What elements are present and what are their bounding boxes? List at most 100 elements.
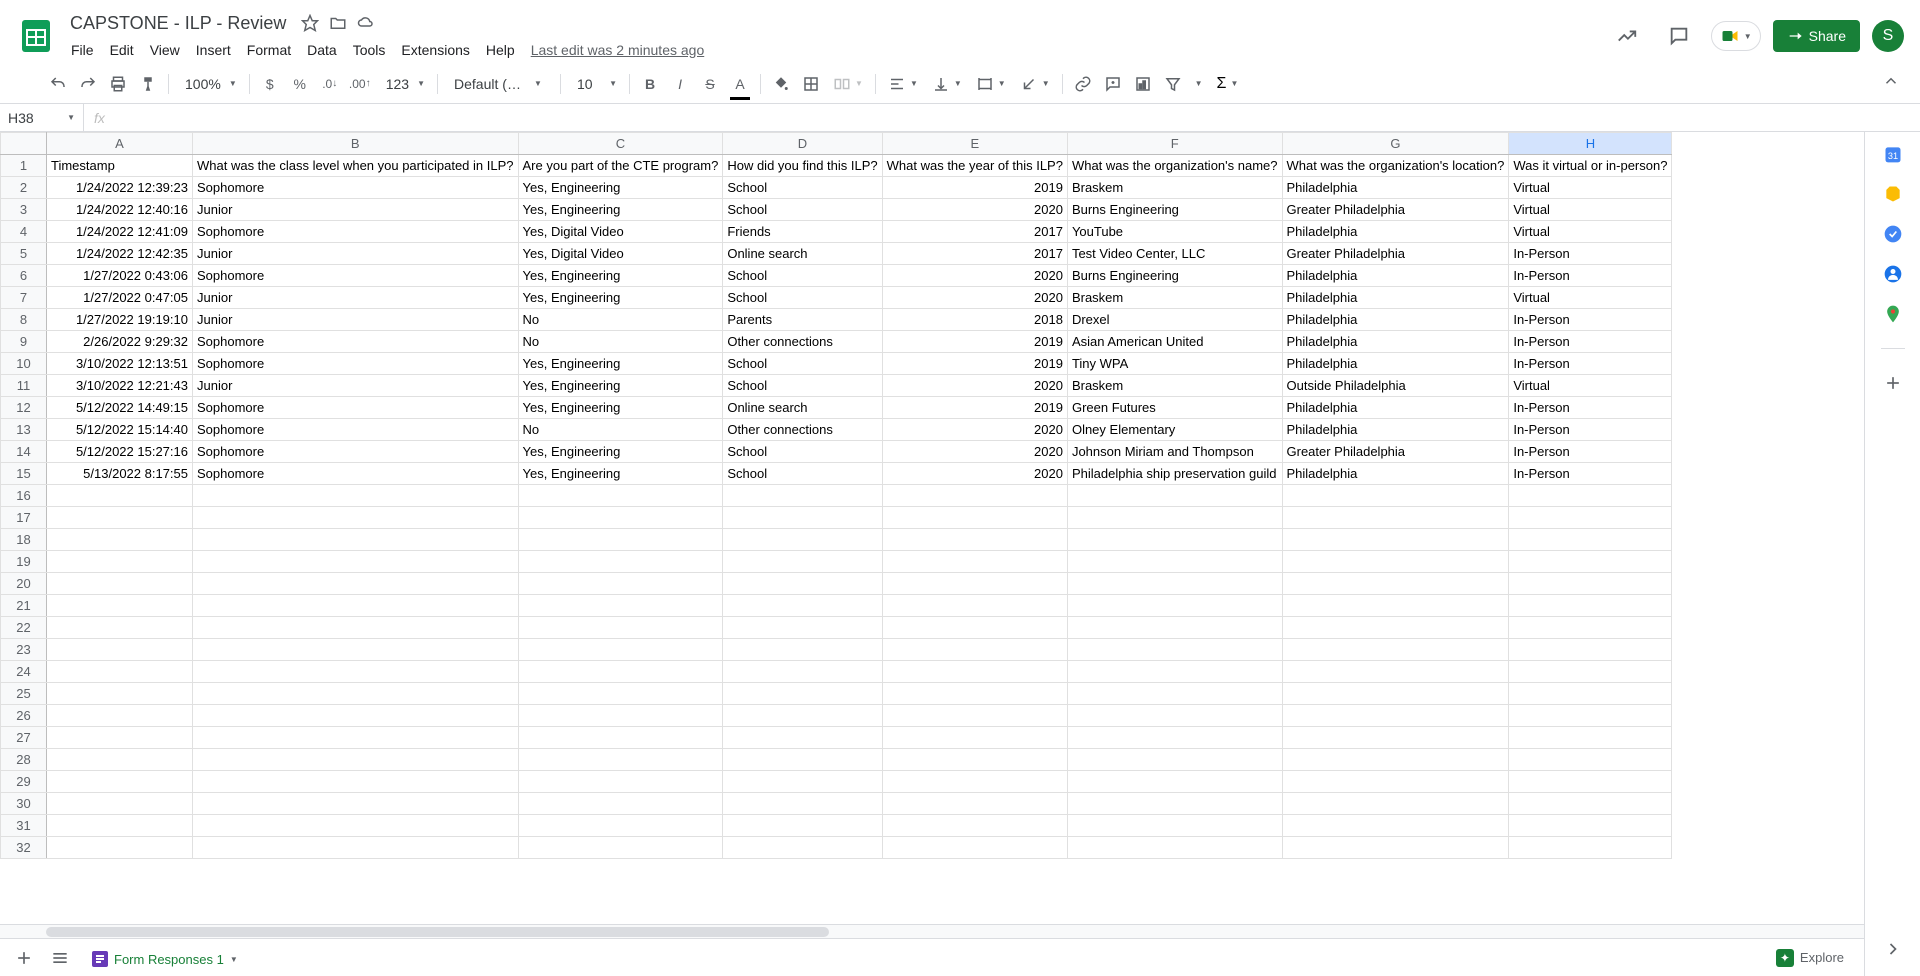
cell[interactable]: Philadelphia ship preservation guild: [1067, 463, 1282, 485]
cell[interactable]: Yes, Engineering: [518, 177, 723, 199]
cell[interactable]: [1282, 617, 1509, 639]
horizontal-align-button[interactable]: ▼: [882, 70, 924, 98]
move-icon[interactable]: [328, 13, 348, 33]
cell[interactable]: [1067, 661, 1282, 683]
cell[interactable]: [47, 639, 193, 661]
cell[interactable]: School: [723, 353, 882, 375]
cell[interactable]: [723, 661, 882, 683]
cell[interactable]: School: [723, 199, 882, 221]
cell[interactable]: [193, 793, 519, 815]
cell[interactable]: [193, 573, 519, 595]
cell[interactable]: Yes, Engineering: [518, 353, 723, 375]
cell[interactable]: [518, 551, 723, 573]
cell[interactable]: [47, 529, 193, 551]
cell[interactable]: Virtual: [1509, 199, 1672, 221]
column-header-A[interactable]: A: [47, 133, 193, 155]
cell[interactable]: 2020: [882, 419, 1067, 441]
cell[interactable]: No: [518, 309, 723, 331]
cell[interactable]: No: [518, 419, 723, 441]
cell[interactable]: [1067, 573, 1282, 595]
cell[interactable]: [723, 551, 882, 573]
insert-chart-button[interactable]: [1129, 70, 1157, 98]
cell[interactable]: Other connections: [723, 419, 882, 441]
column-header-E[interactable]: E: [882, 133, 1067, 155]
cell[interactable]: What was the organization's name?: [1067, 155, 1282, 177]
cell[interactable]: 5/12/2022 15:14:40: [47, 419, 193, 441]
sheet-tab-form-responses[interactable]: Form Responses 1 ▼: [80, 939, 250, 976]
cell[interactable]: [47, 661, 193, 683]
cell[interactable]: [47, 551, 193, 573]
cell[interactable]: Sophomore: [193, 177, 519, 199]
cell[interactable]: [518, 529, 723, 551]
cell[interactable]: Philadelphia: [1282, 265, 1509, 287]
row-header-16[interactable]: 16: [1, 485, 47, 507]
cell[interactable]: 2020: [882, 441, 1067, 463]
cell[interactable]: [47, 749, 193, 771]
italic-button[interactable]: I: [666, 70, 694, 98]
cell[interactable]: [1067, 529, 1282, 551]
decrease-decimal-button[interactable]: .0↓: [316, 70, 344, 98]
cell[interactable]: 2019: [882, 397, 1067, 419]
cell[interactable]: [882, 639, 1067, 661]
cell[interactable]: [882, 771, 1067, 793]
cell[interactable]: Was it virtual or in-person?: [1509, 155, 1672, 177]
row-header-25[interactable]: 25: [1, 683, 47, 705]
cell[interactable]: [723, 815, 882, 837]
cell[interactable]: [882, 837, 1067, 859]
cell[interactable]: Are you part of the CTE program?: [518, 155, 723, 177]
row-header-24[interactable]: 24: [1, 661, 47, 683]
cell[interactable]: [193, 617, 519, 639]
row-header-10[interactable]: 10: [1, 353, 47, 375]
cell[interactable]: 1/24/2022 12:39:23: [47, 177, 193, 199]
cell[interactable]: Drexel: [1067, 309, 1282, 331]
cell[interactable]: [1509, 771, 1672, 793]
get-addons-icon[interactable]: [1883, 373, 1903, 393]
cell[interactable]: In-Person: [1509, 353, 1672, 375]
formula-input[interactable]: [115, 110, 1920, 126]
cell[interactable]: [193, 683, 519, 705]
filter-views-button[interactable]: ▼: [1189, 70, 1209, 98]
cell[interactable]: In-Person: [1509, 309, 1672, 331]
spreadsheet-grid[interactable]: ABCDEFGH1TimestampWhat was the class lev…: [0, 132, 1672, 859]
cell[interactable]: [1509, 639, 1672, 661]
cell[interactable]: 5/13/2022 8:17:55: [47, 463, 193, 485]
cell[interactable]: [1509, 837, 1672, 859]
row-header-28[interactable]: 28: [1, 749, 47, 771]
cell[interactable]: [723, 573, 882, 595]
row-header-5[interactable]: 5: [1, 243, 47, 265]
cell[interactable]: [882, 793, 1067, 815]
cell[interactable]: [1067, 727, 1282, 749]
cell[interactable]: Burns Engineering: [1067, 265, 1282, 287]
cell[interactable]: Virtual: [1509, 375, 1672, 397]
cell[interactable]: Olney Elementary: [1067, 419, 1282, 441]
cell[interactable]: [193, 507, 519, 529]
cell[interactable]: Philadelphia: [1282, 331, 1509, 353]
cell[interactable]: [723, 705, 882, 727]
cell[interactable]: Sophomore: [193, 463, 519, 485]
row-header-18[interactable]: 18: [1, 529, 47, 551]
cell[interactable]: 2020: [882, 375, 1067, 397]
contacts-icon[interactable]: [1883, 264, 1903, 284]
cell[interactable]: [1282, 793, 1509, 815]
cell[interactable]: [518, 837, 723, 859]
cell[interactable]: Philadelphia: [1282, 419, 1509, 441]
row-header-23[interactable]: 23: [1, 639, 47, 661]
cell[interactable]: 3/10/2022 12:13:51: [47, 353, 193, 375]
cell[interactable]: [1282, 639, 1509, 661]
cell[interactable]: [47, 485, 193, 507]
cell[interactable]: Johnson Miriam and Thompson: [1067, 441, 1282, 463]
cell[interactable]: [193, 639, 519, 661]
cell[interactable]: School: [723, 375, 882, 397]
cell[interactable]: [723, 837, 882, 859]
cell[interactable]: What was the class level when you partic…: [193, 155, 519, 177]
last-edit-link[interactable]: Last edit was 2 minutes ago: [524, 38, 712, 62]
cell[interactable]: [193, 771, 519, 793]
tasks-icon[interactable]: [1883, 224, 1903, 244]
cell[interactable]: [47, 771, 193, 793]
cell[interactable]: [723, 727, 882, 749]
cell[interactable]: Sophomore: [193, 221, 519, 243]
cell[interactable]: School: [723, 287, 882, 309]
cell[interactable]: [518, 683, 723, 705]
cell[interactable]: [193, 551, 519, 573]
zoom-select[interactable]: 100%▼: [175, 70, 243, 98]
